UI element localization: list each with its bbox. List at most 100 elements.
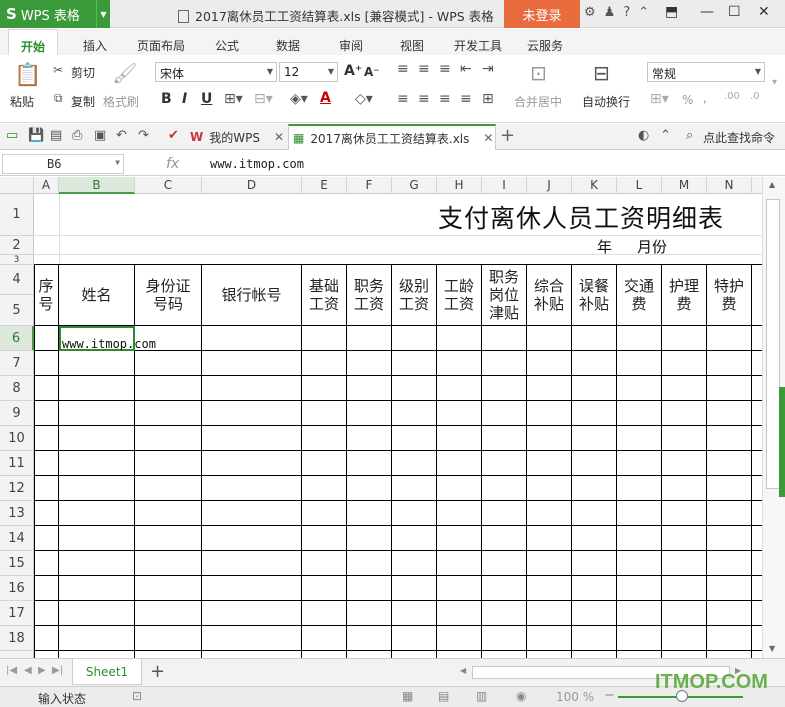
help-icon[interactable]: ?: [623, 5, 630, 20]
table-cell[interactable]: [752, 426, 762, 451]
table-cell[interactable]: [482, 551, 527, 576]
table-cell[interactable]: [752, 376, 762, 401]
table-cell[interactable]: [347, 401, 392, 426]
fill-color-icon[interactable]: ◈▾: [290, 91, 308, 107]
table-cell[interactable]: [752, 551, 762, 576]
table-cell[interactable]: [707, 601, 752, 626]
maximize-icon[interactable]: ☐: [728, 4, 741, 20]
table-cell[interactable]: [135, 451, 202, 476]
tab-insert[interactable]: 插入: [83, 37, 107, 54]
align-center-icon[interactable]: ≡: [418, 91, 430, 107]
thousands-button[interactable]: ,: [703, 91, 707, 105]
table-cell[interactable]: [392, 426, 437, 451]
save-icon[interactable]: 💾: [28, 128, 44, 143]
table-cell[interactable]: [527, 551, 572, 576]
table-cell[interactable]: [34, 451, 59, 476]
name-box[interactable]: B6 ▼: [2, 154, 124, 174]
percent-button[interactable]: %: [682, 93, 693, 107]
table-cell[interactable]: [437, 626, 482, 651]
search-icon[interactable]: ⌕: [686, 128, 693, 143]
wrap-text-button[interactable]: 自动换行: [582, 93, 630, 110]
row-header-5[interactable]: 5: [0, 295, 34, 326]
table-cell[interactable]: [482, 326, 527, 351]
table-cell[interactable]: [34, 326, 59, 351]
sheet-title[interactable]: 支付离休人员工资明细表: [438, 199, 724, 235]
table-cell[interactable]: [752, 326, 762, 351]
table-cell[interactable]: [202, 376, 302, 401]
page-layout-view-icon[interactable]: ▤: [438, 689, 449, 703]
column-header-d[interactable]: D: [202, 177, 302, 194]
table-cell[interactable]: [302, 626, 347, 651]
table-cell[interactable]: [752, 576, 762, 601]
table-cell[interactable]: [302, 351, 347, 376]
paste-icon[interactable]: 📋: [14, 63, 41, 88]
table-cell[interactable]: [572, 476, 617, 501]
column-header-l[interactable]: L: [617, 177, 662, 194]
table-cell[interactable]: [135, 501, 202, 526]
table-cell[interactable]: [662, 501, 707, 526]
table-cell[interactable]: [202, 601, 302, 626]
table-cell[interactable]: [482, 576, 527, 601]
table-cell[interactable]: [707, 501, 752, 526]
table-cell[interactable]: [392, 451, 437, 476]
table-cell[interactable]: [347, 351, 392, 376]
table-cell[interactable]: [135, 651, 202, 658]
column-header-j[interactable]: J: [527, 177, 572, 194]
table-cell[interactable]: [347, 476, 392, 501]
wps-menu-button[interactable]: S WPS 表格 ▼: [0, 0, 110, 28]
table-cell[interactable]: [135, 526, 202, 551]
column-header-f[interactable]: F: [347, 177, 392, 194]
table-cell[interactable]: [34, 526, 59, 551]
table-cell[interactable]: [617, 526, 662, 551]
row-header-12[interactable]: 12: [0, 476, 34, 501]
table-cell[interactable]: [347, 426, 392, 451]
vertical-scroll-thumb[interactable]: [766, 199, 780, 489]
row-header-19[interactable]: [0, 651, 34, 658]
row-header-4[interactable]: 4: [0, 265, 34, 295]
copy-button[interactable]: 复制: [71, 93, 95, 110]
header-cell-id[interactable]: 身份证 号码: [135, 265, 202, 326]
table-cell[interactable]: [34, 401, 59, 426]
spreadsheet-grid[interactable]: A B C D E F G H I J K L M N 1 2 3 4 5 6 …: [0, 177, 762, 658]
row-header-14[interactable]: 14: [0, 526, 34, 551]
scissors-icon[interactable]: ✂: [53, 63, 63, 77]
table-cell[interactable]: [392, 526, 437, 551]
format-painter-button[interactable]: 格式刷: [103, 93, 139, 110]
table-cell[interactable]: [347, 451, 392, 476]
table-cell[interactable]: [617, 601, 662, 626]
sheet-tab-sheet1[interactable]: Sheet1: [72, 659, 142, 685]
tab-review[interactable]: 审阅: [339, 37, 363, 54]
select-all-corner[interactable]: [0, 177, 34, 194]
normal-view-icon[interactable]: ▦: [402, 689, 413, 703]
column-header-b[interactable]: B: [59, 177, 135, 194]
table-cell[interactable]: [392, 601, 437, 626]
table-cell[interactable]: [572, 451, 617, 476]
table-cell[interactable]: [347, 626, 392, 651]
table-cell[interactable]: [202, 476, 302, 501]
table-cell[interactable]: [302, 526, 347, 551]
first-sheet-icon[interactable]: |◀: [6, 665, 17, 676]
side-panel-toggle[interactable]: [779, 387, 785, 497]
scroll-up-icon[interactable]: ▲: [769, 180, 775, 189]
table-cell[interactable]: [302, 551, 347, 576]
wrap-text-icon[interactable]: ⊟: [593, 61, 610, 85]
shrink-font-icon[interactable]: A⁻: [364, 65, 380, 79]
row-header-7[interactable]: 7: [0, 351, 34, 376]
tab-active-file[interactable]: ▦ 2017离休员工工资结算表.xls ✕: [288, 124, 496, 150]
column-header-k[interactable]: K: [572, 177, 617, 194]
row-header-9[interactable]: 9: [0, 401, 34, 426]
table-cell[interactable]: [392, 626, 437, 651]
tab-home[interactable]: 开始: [8, 29, 59, 57]
close-tab-icon[interactable]: ✕: [483, 131, 493, 145]
table-cell[interactable]: [302, 451, 347, 476]
table-cell[interactable]: [617, 351, 662, 376]
currency-icon[interactable]: ⊞▾: [650, 91, 669, 107]
table-cell[interactable]: [392, 476, 437, 501]
vertical-scrollbar[interactable]: ▲ ▼: [762, 177, 785, 658]
table-cell[interactable]: [482, 376, 527, 401]
minimize-icon[interactable]: —: [700, 4, 714, 20]
table-cell[interactable]: [572, 426, 617, 451]
new-tab-icon[interactable]: +: [500, 125, 515, 146]
table-cell[interactable]: [707, 401, 752, 426]
export-pdf-icon[interactable]: ▤: [50, 128, 62, 143]
